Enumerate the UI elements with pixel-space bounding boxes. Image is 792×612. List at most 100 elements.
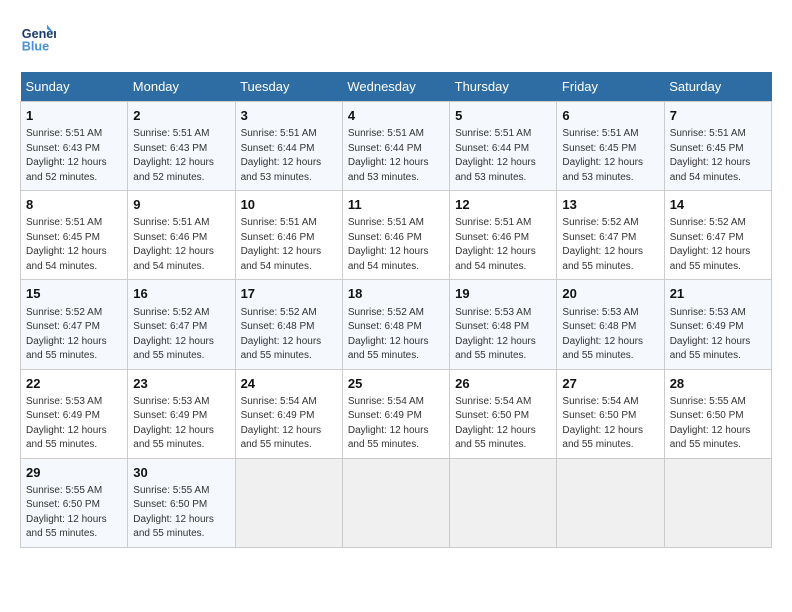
- day-info: Sunrise: 5:51 AM Sunset: 6:45 PM Dayligh…: [26, 216, 122, 274]
- calendar-cell: 18 Sunrise: 5:52 AM Sunset: 6:48 PM Dayli…: [342, 280, 449, 369]
- calendar-cell: 5 Sunrise: 5:51 AM Sunset: 6:44 PM Daylig…: [450, 102, 557, 191]
- logo-icon: General Blue: [20, 20, 56, 56]
- calendar-cell: 26 Sunrise: 5:54 AM Sunset: 6:50 PM Dayli…: [450, 369, 557, 458]
- day-info: Sunrise: 5:53 AM Sunset: 6:49 PM Dayligh…: [670, 306, 766, 364]
- day-info: Sunrise: 5:53 AM Sunset: 6:49 PM Dayligh…: [133, 395, 229, 453]
- day-number: 26: [455, 375, 551, 393]
- calendar-cell: 20Sunrise: 5:53 AM Sunset: 6:48 PM Dayli…: [557, 280, 664, 369]
- calendar-week-1: 1 Sunrise: 5:51 AM Sunset: 6:43 PM Daylig…: [21, 102, 772, 191]
- day-number: 8: [26, 196, 122, 214]
- calendar-cell: 8 Sunrise: 5:51 AM Sunset: 6:45 PM Daylig…: [21, 191, 128, 280]
- day-number: 21: [670, 285, 766, 303]
- svg-text:Blue: Blue: [22, 40, 49, 54]
- day-number: 17: [241, 285, 337, 303]
- day-number: 6: [562, 107, 658, 125]
- calendar-cell: 29 Sunrise: 5:55 AM Sunset: 6:50 PM Dayli…: [21, 458, 128, 547]
- calendar-cell: 9 Sunrise: 5:51 AM Sunset: 6:46 PM Daylig…: [128, 191, 235, 280]
- day-number: 3: [241, 107, 337, 125]
- day-info: Sunrise: 5:54 AM Sunset: 6:49 PM Dayligh…: [348, 395, 444, 453]
- calendar-cell: 13 Sunrise: 5:52 AM Sunset: 6:47 PM Dayli…: [557, 191, 664, 280]
- day-info: Sunrise: 5:53 AM Sunset: 6:49 PM Dayligh…: [26, 395, 122, 453]
- day-info: Sunrise: 5:51 AM Sunset: 6:43 PM Dayligh…: [26, 127, 122, 185]
- day-info: Sunrise: 5:55 AM Sunset: 6:50 PM Dayligh…: [133, 484, 229, 542]
- day-info: Sunrise: 5:52 AM Sunset: 6:47 PM Dayligh…: [670, 216, 766, 274]
- calendar-cell: 27 Sunrise: 5:54 AM Sunset: 6:50 PM Dayli…: [557, 369, 664, 458]
- day-number: 22: [26, 375, 122, 393]
- calendar-week-3: 15 Sunrise: 5:52 AM Sunset: 6:47 PM Dayli…: [21, 280, 772, 369]
- logo: General Blue: [20, 20, 60, 56]
- calendar-cell: 11 Sunrise: 5:51 AM Sunset: 6:46 PM Dayli…: [342, 191, 449, 280]
- calendar-cell: [557, 458, 664, 547]
- calendar-cell: [664, 458, 771, 547]
- calendar-cell: 16 Sunrise: 5:52 AM Sunset: 6:47 PM Dayli…: [128, 280, 235, 369]
- calendar-cell: [342, 458, 449, 547]
- day-header-friday: Friday: [557, 72, 664, 102]
- day-info: Sunrise: 5:51 AM Sunset: 6:44 PM Dayligh…: [241, 127, 337, 185]
- calendar-cell: 6 Sunrise: 5:51 AM Sunset: 6:45 PM Daylig…: [557, 102, 664, 191]
- day-number: 29: [26, 464, 122, 482]
- calendar-cell: [235, 458, 342, 547]
- calendar-cell: 28Sunrise: 5:55 AM Sunset: 6:50 PM Dayli…: [664, 369, 771, 458]
- day-info: Sunrise: 5:51 AM Sunset: 6:46 PM Dayligh…: [241, 216, 337, 274]
- day-number: 15: [26, 285, 122, 303]
- day-info: Sunrise: 5:54 AM Sunset: 6:50 PM Dayligh…: [562, 395, 658, 453]
- day-info: Sunrise: 5:53 AM Sunset: 6:48 PM Dayligh…: [455, 306, 551, 364]
- calendar-header: SundayMondayTuesdayWednesdayThursdayFrid…: [21, 72, 772, 102]
- day-number: 1: [26, 107, 122, 125]
- day-info: Sunrise: 5:52 AM Sunset: 6:48 PM Dayligh…: [241, 306, 337, 364]
- calendar-cell: 12 Sunrise: 5:51 AM Sunset: 6:46 PM Dayli…: [450, 191, 557, 280]
- calendar-cell: 24 Sunrise: 5:54 AM Sunset: 6:49 PM Dayli…: [235, 369, 342, 458]
- calendar-week-5: 29 Sunrise: 5:55 AM Sunset: 6:50 PM Dayli…: [21, 458, 772, 547]
- calendar-cell: 4Sunrise: 5:51 AM Sunset: 6:44 PM Daylig…: [342, 102, 449, 191]
- day-header-wednesday: Wednesday: [342, 72, 449, 102]
- calendar-table: SundayMondayTuesdayWednesdayThursdayFrid…: [20, 72, 772, 548]
- day-info: Sunrise: 5:51 AM Sunset: 6:46 PM Dayligh…: [348, 216, 444, 274]
- day-info: Sunrise: 5:51 AM Sunset: 6:45 PM Dayligh…: [562, 127, 658, 185]
- day-info: Sunrise: 5:52 AM Sunset: 6:47 PM Dayligh…: [133, 306, 229, 364]
- day-header-sunday: Sunday: [21, 72, 128, 102]
- day-info: Sunrise: 5:51 AM Sunset: 6:46 PM Dayligh…: [455, 216, 551, 274]
- calendar-cell: 14 Sunrise: 5:52 AM Sunset: 6:47 PM Dayli…: [664, 191, 771, 280]
- calendar-cell: 3 Sunrise: 5:51 AM Sunset: 6:44 PM Daylig…: [235, 102, 342, 191]
- day-info: Sunrise: 5:54 AM Sunset: 6:49 PM Dayligh…: [241, 395, 337, 453]
- calendar-cell: 19Sunrise: 5:53 AM Sunset: 6:48 PM Dayli…: [450, 280, 557, 369]
- day-info: Sunrise: 5:51 AM Sunset: 6:43 PM Dayligh…: [133, 127, 229, 185]
- calendar-cell: 21 Sunrise: 5:53 AM Sunset: 6:49 PM Dayli…: [664, 280, 771, 369]
- day-number: 24: [241, 375, 337, 393]
- day-number: 25: [348, 375, 444, 393]
- day-info: Sunrise: 5:55 AM Sunset: 6:50 PM Dayligh…: [26, 484, 122, 542]
- day-number: 4: [348, 107, 444, 125]
- day-header-thursday: Thursday: [450, 72, 557, 102]
- day-number: 14: [670, 196, 766, 214]
- day-number: 16: [133, 285, 229, 303]
- day-number: 10: [241, 196, 337, 214]
- calendar-cell: 17 Sunrise: 5:52 AM Sunset: 6:48 PM Dayli…: [235, 280, 342, 369]
- calendar-cell: 23Sunrise: 5:53 AM Sunset: 6:49 PM Dayli…: [128, 369, 235, 458]
- calendar-cell: 1 Sunrise: 5:51 AM Sunset: 6:43 PM Daylig…: [21, 102, 128, 191]
- day-number: 9: [133, 196, 229, 214]
- day-info: Sunrise: 5:51 AM Sunset: 6:46 PM Dayligh…: [133, 216, 229, 274]
- day-number: 11: [348, 196, 444, 214]
- calendar-week-2: 8 Sunrise: 5:51 AM Sunset: 6:45 PM Daylig…: [21, 191, 772, 280]
- day-info: Sunrise: 5:51 AM Sunset: 6:44 PM Dayligh…: [455, 127, 551, 185]
- day-header-saturday: Saturday: [664, 72, 771, 102]
- calendar-cell: 7Sunrise: 5:51 AM Sunset: 6:45 PM Daylig…: [664, 102, 771, 191]
- day-number: 12: [455, 196, 551, 214]
- calendar-cell: 2 Sunrise: 5:51 AM Sunset: 6:43 PM Daylig…: [128, 102, 235, 191]
- day-info: Sunrise: 5:54 AM Sunset: 6:50 PM Dayligh…: [455, 395, 551, 453]
- day-number: 18: [348, 285, 444, 303]
- day-number: 30: [133, 464, 229, 482]
- day-header-monday: Monday: [128, 72, 235, 102]
- day-info: Sunrise: 5:51 AM Sunset: 6:45 PM Dayligh…: [670, 127, 766, 185]
- calendar-cell: 30 Sunrise: 5:55 AM Sunset: 6:50 PM Dayli…: [128, 458, 235, 547]
- day-number: 27: [562, 375, 658, 393]
- calendar-cell: [450, 458, 557, 547]
- day-info: Sunrise: 5:52 AM Sunset: 6:48 PM Dayligh…: [348, 306, 444, 364]
- day-number: 13: [562, 196, 658, 214]
- day-info: Sunrise: 5:53 AM Sunset: 6:48 PM Dayligh…: [562, 306, 658, 364]
- calendar-week-4: 22 Sunrise: 5:53 AM Sunset: 6:49 PM Dayli…: [21, 369, 772, 458]
- day-number: 2: [133, 107, 229, 125]
- day-number: 5: [455, 107, 551, 125]
- day-info: Sunrise: 5:52 AM Sunset: 6:47 PM Dayligh…: [562, 216, 658, 274]
- day-header-tuesday: Tuesday: [235, 72, 342, 102]
